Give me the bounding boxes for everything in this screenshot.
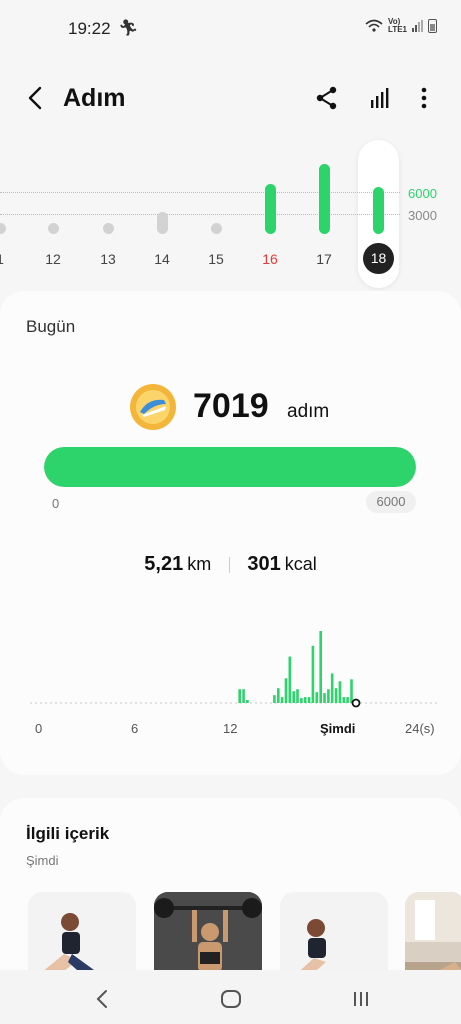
goal-line xyxy=(0,192,400,193)
steps-unit: adım xyxy=(287,401,330,422)
hourly-chart-svg xyxy=(30,631,440,708)
hourly-bar xyxy=(242,689,245,703)
hourly-steps-chart[interactable]: 0 6 12 Şimdi 24(s) xyxy=(30,621,440,741)
day-dot-15[interactable] xyxy=(210,223,222,234)
steps-progress-fill xyxy=(44,447,416,487)
day-label-16[interactable]: 16 xyxy=(255,251,285,267)
stats-divider xyxy=(228,556,230,573)
stats-row: 5,21 km 301 kcal xyxy=(0,553,461,576)
hourly-bar xyxy=(273,695,276,703)
day-bar-16[interactable] xyxy=(264,184,276,234)
related-subtitle: Şimdi xyxy=(26,853,59,868)
hour-label-0: 0 xyxy=(35,721,43,736)
hourly-bar xyxy=(334,688,338,703)
day-label-17[interactable]: 17 xyxy=(309,251,339,267)
calories-unit: kcal xyxy=(284,554,317,574)
hour-label-12: 12 xyxy=(223,721,238,736)
day-label-18[interactable]: 18 xyxy=(363,243,394,274)
nav-recents-icon[interactable] xyxy=(346,984,376,1014)
nav-back-icon[interactable] xyxy=(88,984,118,1014)
hourly-bar xyxy=(342,697,346,703)
today-card: Bugün 7019 adım 0 6000 5,21 km 301 kcal 0 … xyxy=(0,291,461,775)
hourly-bar xyxy=(311,645,315,703)
day-label-1[interactable]: 1 xyxy=(0,251,15,267)
hourly-bar xyxy=(346,697,349,703)
hourly-bar xyxy=(288,656,292,703)
hourly-bar xyxy=(323,693,326,703)
share-icon[interactable] xyxy=(311,82,343,114)
lte-label: LTE1 xyxy=(388,25,407,34)
status-time: 19:22 xyxy=(68,19,111,38)
calories-value: 301 xyxy=(247,553,281,575)
hourly-bar xyxy=(296,689,299,703)
day-label-12[interactable]: 12 xyxy=(38,251,68,267)
goal-label: 6000 xyxy=(408,186,437,201)
mid-label: 3000 xyxy=(408,208,437,223)
distance-value: 5,21 xyxy=(144,553,184,575)
today-label: Bugün xyxy=(26,317,76,336)
hourly-bar xyxy=(303,697,307,703)
day-dot-12[interactable] xyxy=(47,223,59,234)
steps-count: 7019 xyxy=(193,387,269,425)
hourly-bar xyxy=(307,697,311,703)
wifi-icon xyxy=(365,19,383,32)
hour-label-24: 24(s) xyxy=(405,721,435,736)
hour-label-now: Şimdi xyxy=(320,721,356,736)
hourly-bar xyxy=(338,681,342,703)
chart-view-icon[interactable] xyxy=(364,82,396,114)
nav-home-icon[interactable] xyxy=(216,984,246,1014)
battery-icon xyxy=(428,19,437,33)
hourly-bar xyxy=(246,700,249,703)
hourly-bar xyxy=(277,688,280,703)
back-button[interactable] xyxy=(20,82,52,114)
page-title: Adım xyxy=(63,84,126,112)
day-label-14[interactable]: 14 xyxy=(147,251,177,267)
hourly-bar xyxy=(315,692,319,703)
hourly-bar xyxy=(238,689,241,703)
distance-unit: km xyxy=(187,554,212,574)
more-options-icon[interactable] xyxy=(408,82,440,114)
related-content-card: İlgili içerik Şimdi xyxy=(0,798,461,1002)
day-bar-18[interactable] xyxy=(372,187,384,234)
system-nav-bar xyxy=(0,970,461,1024)
status-bar: 19:22 🏃︎ Vo) LTE1 xyxy=(0,0,461,56)
network-indicator: Vo) LTE1 xyxy=(388,18,407,34)
app-header: Adım xyxy=(0,72,461,124)
signal-icon xyxy=(412,20,423,32)
hourly-bar xyxy=(284,678,288,703)
related-title: İlgili içerik xyxy=(26,824,110,843)
hourly-bar xyxy=(319,631,322,703)
hourly-bar xyxy=(330,673,334,703)
progress-min: 0 xyxy=(52,496,60,511)
achievement-medal-icon xyxy=(130,384,176,430)
now-marker xyxy=(351,698,361,708)
day-dot-14[interactable] xyxy=(156,212,168,234)
hourly-bar xyxy=(327,689,330,703)
day-dot-13[interactable] xyxy=(102,223,114,234)
progress-max: 6000 xyxy=(366,491,416,513)
day-bar-17[interactable] xyxy=(318,164,330,234)
hourly-bar xyxy=(280,697,284,703)
mid-line xyxy=(0,214,400,215)
hourly-bar xyxy=(300,698,303,703)
day-label-15[interactable]: 15 xyxy=(201,251,231,267)
hour-label-6: 6 xyxy=(131,721,139,736)
steps-progress-bar xyxy=(44,447,416,487)
daily-steps-chart[interactable]: 6000 3000 1 12 13 14 15 16 17 18 xyxy=(0,130,461,290)
hourly-bar xyxy=(350,679,353,703)
running-icon: 🏃︎ xyxy=(118,20,139,37)
day-label-13[interactable]: 13 xyxy=(93,251,123,267)
day-dot-1[interactable] xyxy=(0,223,6,234)
hourly-bar xyxy=(292,691,295,703)
